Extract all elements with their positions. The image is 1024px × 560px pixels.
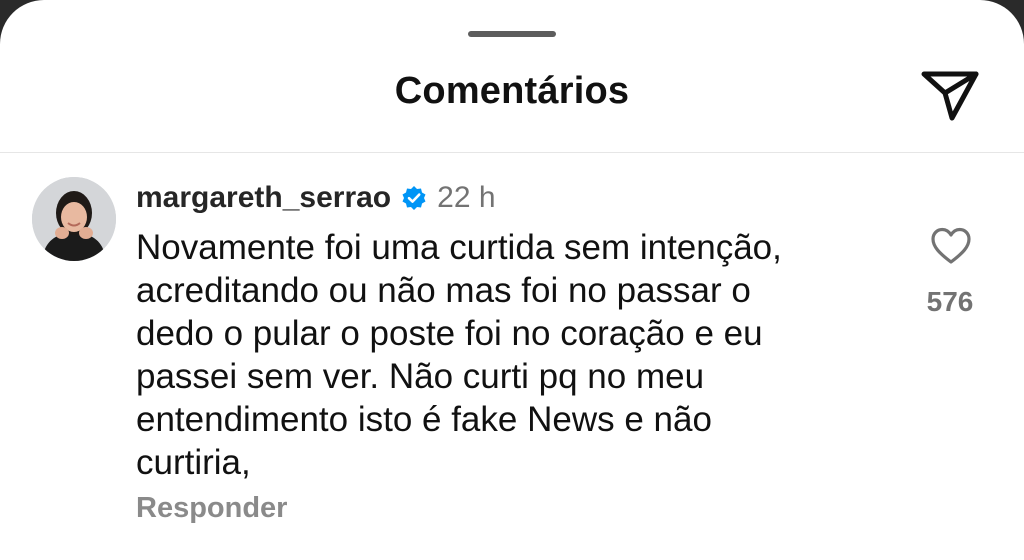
verified-badge-icon (402, 186, 426, 210)
avatar-portrait-icon (32, 177, 116, 261)
avatar[interactable] (32, 177, 116, 261)
comment-line: entendimento isto é fake News e não (136, 400, 712, 439)
header-divider (0, 152, 1024, 153)
like-count: 576 (926, 286, 974, 317)
send-icon[interactable] (918, 66, 982, 124)
comment-timestamp: 22 h (437, 181, 496, 214)
comment-line: curtiria, (136, 443, 251, 482)
comment-line: passei sem ver. Não curti pq no meu (136, 357, 705, 396)
comment-line: Novamente foi uma curtida sem intenção, (136, 228, 782, 267)
comment-text: Novamente foi uma curtida sem intenção, … (136, 226, 896, 484)
comment-header: margareth_serrao 22 h (136, 178, 496, 218)
sheet-title: Comentários (394, 70, 630, 112)
reply-button[interactable]: Responder (136, 492, 287, 525)
comment-line: acreditando ou não mas foi no passar o (136, 271, 751, 310)
sheet-grabber-handle[interactable] (468, 31, 556, 37)
comments-sheet: Comentários margareth_serrao 22 h Novame… (0, 0, 1024, 560)
comment-line: dedo o pular o poste foi no coração e eu (136, 314, 763, 353)
heart-outline-icon[interactable] (930, 226, 972, 266)
comment-username[interactable]: margareth_serrao (136, 181, 391, 215)
